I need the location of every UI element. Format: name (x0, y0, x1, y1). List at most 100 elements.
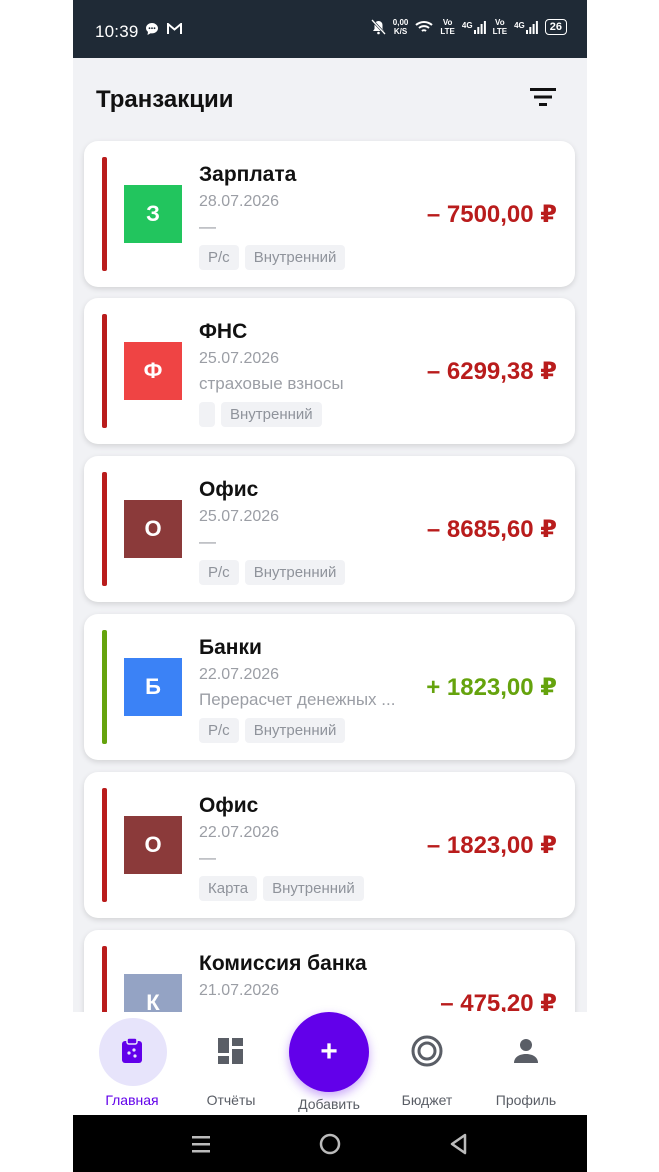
transaction-name: Зарплата (199, 163, 297, 186)
transaction-date: 22.07.2026 (199, 666, 280, 683)
avatar: Ф (124, 342, 182, 400)
status-bar: 10:39 0,00 K/S Vo LTE 4G Vo LTE 4G 26 (73, 0, 587, 58)
nav-reports-label: Отчёты (206, 1092, 256, 1108)
battery-indicator: 26 (544, 19, 567, 35)
volte-1-top: Vo (442, 18, 453, 27)
signal-bars-icon (525, 20, 538, 34)
tag-account (199, 402, 215, 427)
nav-home-label: Главная (105, 1092, 159, 1108)
avatar: О (124, 500, 182, 558)
status-left-icons (145, 22, 182, 36)
signal-1: 4G (461, 20, 486, 34)
net-speed: 0,00 K/S (393, 18, 409, 36)
volte-2-bottom: LTE (492, 27, 508, 36)
transaction-card[interactable]: О Офис 22.07.2026 — Карта Внутренний – 1… (84, 772, 575, 918)
nav-reports[interactable]: Отчёты (181, 1012, 281, 1115)
category-stripe (102, 157, 107, 271)
transaction-date: 25.07.2026 (199, 350, 280, 367)
nav-budget[interactable]: Бюджет (377, 1012, 477, 1115)
avatar: З (124, 185, 182, 243)
tag-type: Внутренний (244, 245, 346, 270)
transaction-description: Перерасчет денежных ... (199, 690, 396, 709)
signal-bars-icon (473, 20, 486, 34)
category-stripe (102, 630, 107, 744)
plus-icon: + (320, 1035, 338, 1068)
transaction-date: 21.07.2026 (199, 982, 280, 999)
tag-list: Р/с Внутренний (199, 245, 346, 270)
tag-type: Внутренний (263, 876, 364, 901)
transaction-name: Офис (199, 478, 259, 501)
person-icon (514, 1039, 538, 1063)
net-speed-value: 0,00 (392, 18, 409, 27)
transaction-name: ФНС (199, 320, 248, 343)
nav-home[interactable]: Главная (82, 1012, 182, 1115)
volte-1-bottom: LTE (440, 27, 455, 36)
category-stripe (102, 788, 107, 902)
nav-profile[interactable]: Профиль (476, 1012, 576, 1115)
wifi-icon (415, 21, 434, 32)
bottom-navigation: Главная Отчёты + Добавить Бюджет Профиль (73, 1012, 587, 1115)
target-icon (411, 1035, 443, 1067)
back-triangle-icon[interactable] (446, 1131, 472, 1157)
transaction-card[interactable]: Б Банки 22.07.2026 Перерасчет денежных .… (84, 614, 575, 760)
transaction-amount: – 8685,60 ₽ (426, 516, 557, 543)
volte-2: Vo LTE (493, 18, 508, 36)
transaction-date: 28.07.2026 (199, 193, 280, 210)
transaction-card[interactable]: О Офис 25.07.2026 — Р/с Внутренний – 868… (84, 456, 575, 602)
transaction-description: — (199, 848, 216, 867)
bell-muted-icon (370, 19, 386, 35)
system-navigation-bar (73, 1115, 587, 1172)
mail-m-icon (167, 23, 182, 34)
nav-profile-label: Профиль (495, 1092, 557, 1108)
transaction-amount: + 1823,00 ₽ (426, 674, 557, 701)
clipboard-icon (122, 1037, 142, 1063)
transaction-description: — (199, 217, 216, 236)
tag-type: Внутренний (221, 402, 322, 427)
app-header: Транзакции (73, 58, 587, 140)
page-title: Транзакции (96, 86, 234, 113)
transaction-description: страховые взносы (199, 374, 344, 393)
transaction-amount: – 6299,38 ₽ (426, 358, 557, 385)
home-circle-icon[interactable] (317, 1131, 343, 1157)
avatar: О (124, 816, 182, 874)
recent-apps-icon[interactable] (188, 1131, 214, 1157)
transaction-name: Банки (199, 636, 262, 659)
signal-1-gen: 4G (461, 20, 473, 30)
tag-list: Р/с Внутренний (199, 560, 346, 585)
tag-type: Внутренний (244, 718, 346, 743)
category-stripe (102, 472, 107, 586)
transaction-card[interactable]: З Зарплата 28.07.2026 — Р/с Внутренний –… (84, 141, 575, 287)
category-stripe (102, 314, 107, 428)
transaction-date: 22.07.2026 (199, 824, 280, 841)
phone-screen: 10:39 0,00 K/S Vo LTE 4G Vo LTE 4G 26 Транз… (73, 0, 587, 1172)
tag-list: Р/с Внутренний (199, 718, 346, 743)
tag-account: Р/с (199, 560, 239, 585)
add-button[interactable]: + (289, 1012, 369, 1092)
tag-account: Карта (199, 876, 258, 901)
transaction-amount: – 7500,00 ₽ (426, 201, 557, 228)
tag-list: Карта Внутренний (199, 876, 364, 901)
transaction-name: Офис (199, 794, 259, 817)
status-right-icons: 0,00 K/S Vo LTE 4G Vo LTE 4G 26 (370, 18, 567, 36)
avatar: Б (124, 658, 182, 716)
signal-2-gen: 4G (514, 20, 525, 30)
filter-icon (530, 88, 556, 106)
volte-2-top: Vo (495, 18, 505, 27)
tag-list: Внутренний (199, 402, 322, 427)
transaction-amount: – 1823,00 ₽ (426, 832, 557, 859)
signal-2: 4G (514, 20, 538, 34)
transaction-date: 25.07.2026 (199, 508, 280, 525)
net-speed-unit: K/S (393, 27, 408, 36)
filter-button[interactable] (529, 86, 563, 114)
transaction-card[interactable]: Ф ФНС 25.07.2026 страховые взносы Внутре… (84, 298, 575, 444)
transaction-description: — (199, 532, 216, 551)
dashboard-icon (218, 1038, 243, 1064)
nav-budget-label: Бюджет (401, 1092, 453, 1108)
tag-type: Внутренний (244, 560, 346, 585)
status-time: 10:39 (95, 22, 139, 41)
add-button-label: Добавить (298, 1096, 360, 1112)
volte-1: Vo LTE (440, 18, 455, 36)
tag-account: Р/с (199, 245, 239, 270)
tag-account: Р/с (199, 718, 239, 743)
transaction-name: Комиссия банка (199, 952, 367, 975)
